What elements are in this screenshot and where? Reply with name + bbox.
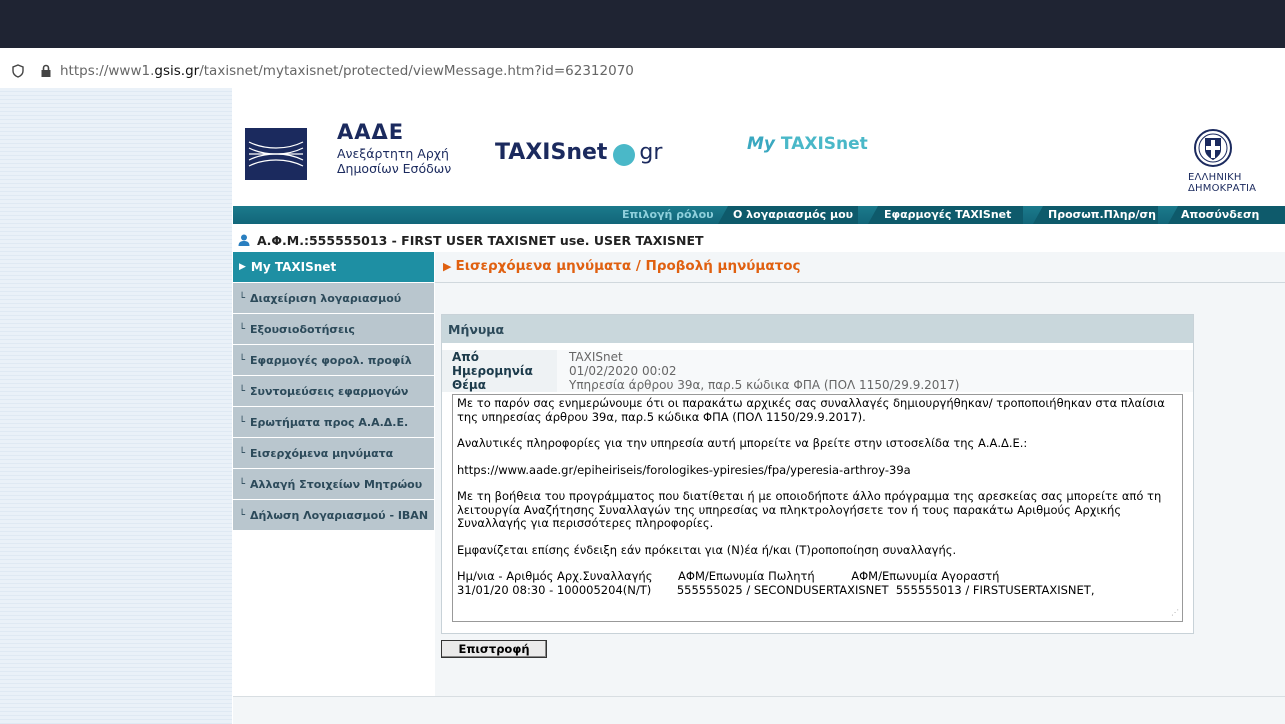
top-navigation: Επιλογή ρόλου Ο λογαριασμός μου Εφαρμογέ…	[233, 206, 1285, 224]
site-header: ΑΑΔΕ Ανεξάρτητη Αρχή Δημοσίων Εσόδων TAX…	[233, 88, 1285, 206]
taxisnet-page: ΑΑΔΕ Ανεξάρτητη Αρχή Δημοσίων Εσόδων TAX…	[233, 88, 1285, 724]
aade-logo-icon	[245, 128, 307, 180]
user-afm-label: Α.Φ.Μ.:555555013 - FIRST USER TAXISNET u…	[257, 232, 704, 248]
sidebar-menu: ▶ My TAXISnet └ Διαχείριση λογαριασμού └ Εξ…	[233, 252, 434, 531]
address-bar[interactable]: https://www1.gsis.gr/taxisnet/mytaxisnet…	[0, 56, 1285, 86]
url-text[interactable]: https://www1.gsis.gr/taxisnet/mytaxisnet…	[60, 63, 634, 79]
corner-icon: └	[239, 509, 246, 521]
page-footer	[233, 696, 1285, 724]
main-content: ▶ Εισερχόμενα μηνύματα / Προβολή μηνύματο…	[435, 252, 1285, 724]
message-paragraph: Με το παρόν σας ενημερώνουμε ότι οι παρα…	[457, 396, 1165, 424]
message-transactions-table: Ημ/νια - Αριθμός Αρχ.Συναλλαγής ΑΦΜ/Επων…	[457, 569, 1095, 597]
lock-icon[interactable]	[38, 63, 54, 79]
emblem-caption: ΕΛΛΗΝΙΚΗ ΔΗΜΟΚΡΑΤΙΑ	[1188, 172, 1257, 194]
corner-icon: └	[239, 447, 246, 459]
message-link-text: https://www.aade.gr/epiheiriseis/forolog…	[457, 462, 911, 477]
greek-emblem-icon	[1194, 129, 1232, 167]
message-panel: Μήνυμα Από TAXISnet Ημερομηνία 01/02/202…	[441, 314, 1194, 634]
mytaxisnet-my: My	[747, 134, 775, 154]
corner-icon: └	[239, 478, 246, 490]
taxisnet-logo: TAXISnet gr	[495, 140, 663, 166]
page-left-background	[0, 88, 232, 724]
breadcrumb-divider	[435, 282, 1285, 283]
resize-grip-icon[interactable]: ⋰	[1171, 606, 1179, 620]
sidebar-item-iban[interactable]: └ Δήλωση Λογαριασμού - IBAN	[233, 500, 434, 531]
mytaxisnet-name: TAXISnet	[780, 134, 868, 154]
corner-icon: └	[239, 323, 246, 335]
user-info-bar: Α.Φ.Μ.:555555013 - FIRST USER TAXISNET u…	[233, 228, 1285, 252]
sidebar-item-inbox[interactable]: └ Εισερχόμενα μηνύματα	[233, 438, 434, 469]
message-panel-title: Μήνυμα	[442, 315, 1193, 343]
corner-icon: └	[239, 416, 246, 428]
taxisnet-dot-icon	[613, 143, 636, 166]
sidebar-item-tax-profile-apps[interactable]: └ Εφαρμογές φορολ. προφίλ	[233, 345, 434, 376]
sidebar-item-my-taxisnet[interactable]: ▶ My TAXISnet	[233, 252, 434, 283]
aade-subtitle-2: Δημοσίων Εσόδων	[337, 161, 452, 176]
aade-brand: ΑΑΔΕ Ανεξάρτητη Αρχή Δημοσίων Εσόδων	[337, 120, 451, 176]
tab-personal-info[interactable]: Προσωπ.Πληρ/ση	[1048, 206, 1156, 224]
shield-icon[interactable]	[10, 63, 26, 79]
tab-logout[interactable]: Αποσύνδεση	[1181, 206, 1259, 224]
message-paragraph: Αναλυτικές πληροφορίες για την υπηρεσία …	[457, 436, 1028, 450]
message-meta: Από TAXISnet Ημερομηνία 01/02/2020 00:02…	[442, 350, 1193, 392]
user-icon	[238, 234, 250, 246]
tab-select-role[interactable]: Επιλογή ρόλου	[622, 206, 714, 224]
sidebar-item-app-shortcuts[interactable]: └ Συντομεύσεις εφαρμογών	[233, 376, 434, 407]
message-paragraph: Εμφανίζεται επίσης ένδειξη εάν πρόκειται…	[457, 542, 957, 557]
sidebar-item-registry-change[interactable]: └ Αλλαγή Στοιχείων Μητρώου	[233, 469, 434, 500]
corner-icon: └	[239, 292, 246, 304]
tab-my-account[interactable]: Ο λογαριασμός μου	[733, 206, 853, 224]
chevron-right-icon: ▶	[239, 262, 246, 272]
mytaxisnet-title: My TAXISnet	[747, 134, 868, 154]
breadcrumb: ▶ Εισερχόμενα μηνύματα / Προβολή μηνύματο…	[443, 258, 801, 274]
message-body-textarea[interactable]: Με το παρόν σας ενημερώνουμε ότι οι παρα…	[452, 394, 1183, 622]
aade-subtitle-1: Ανεξάρτητη Αρχή	[337, 146, 449, 161]
corner-icon: └	[239, 354, 246, 366]
meta-row-subject: Θέμα Υπηρεσία άρθρου 39α, παρ.5 κώδικα Φ…	[442, 378, 1193, 392]
sidebar-item-questions-aade[interactable]: └ Ερωτήματα προς Α.Α.Δ.Ε.	[233, 407, 434, 438]
meta-row-date: Ημερομηνία 01/02/2020 00:02	[442, 364, 1193, 378]
tab-taxisnet-apps[interactable]: Εφαρμογές TAXISnet	[884, 206, 1011, 224]
taxisnet-logo-left: TAXISnet	[495, 140, 608, 165]
taxisnet-logo-right: gr	[639, 140, 663, 165]
message-paragraph: Με τη βοήθεια του προγράμματος που διατί…	[457, 489, 1162, 530]
browser-titlebar	[0, 0, 1285, 48]
back-button[interactable]: Επιστροφή	[441, 640, 547, 658]
triangle-right-icon: ▶	[443, 260, 452, 273]
sidebar-item-authorizations[interactable]: └ Εξουσιοδοτήσεις	[233, 314, 434, 345]
aade-title: ΑΑΔΕ	[337, 120, 405, 144]
sidebar-item-account-management[interactable]: └ Διαχείριση λογαριασμού	[233, 283, 434, 314]
meta-row-from: Από TAXISnet	[442, 350, 1193, 364]
corner-icon: └	[239, 385, 246, 397]
